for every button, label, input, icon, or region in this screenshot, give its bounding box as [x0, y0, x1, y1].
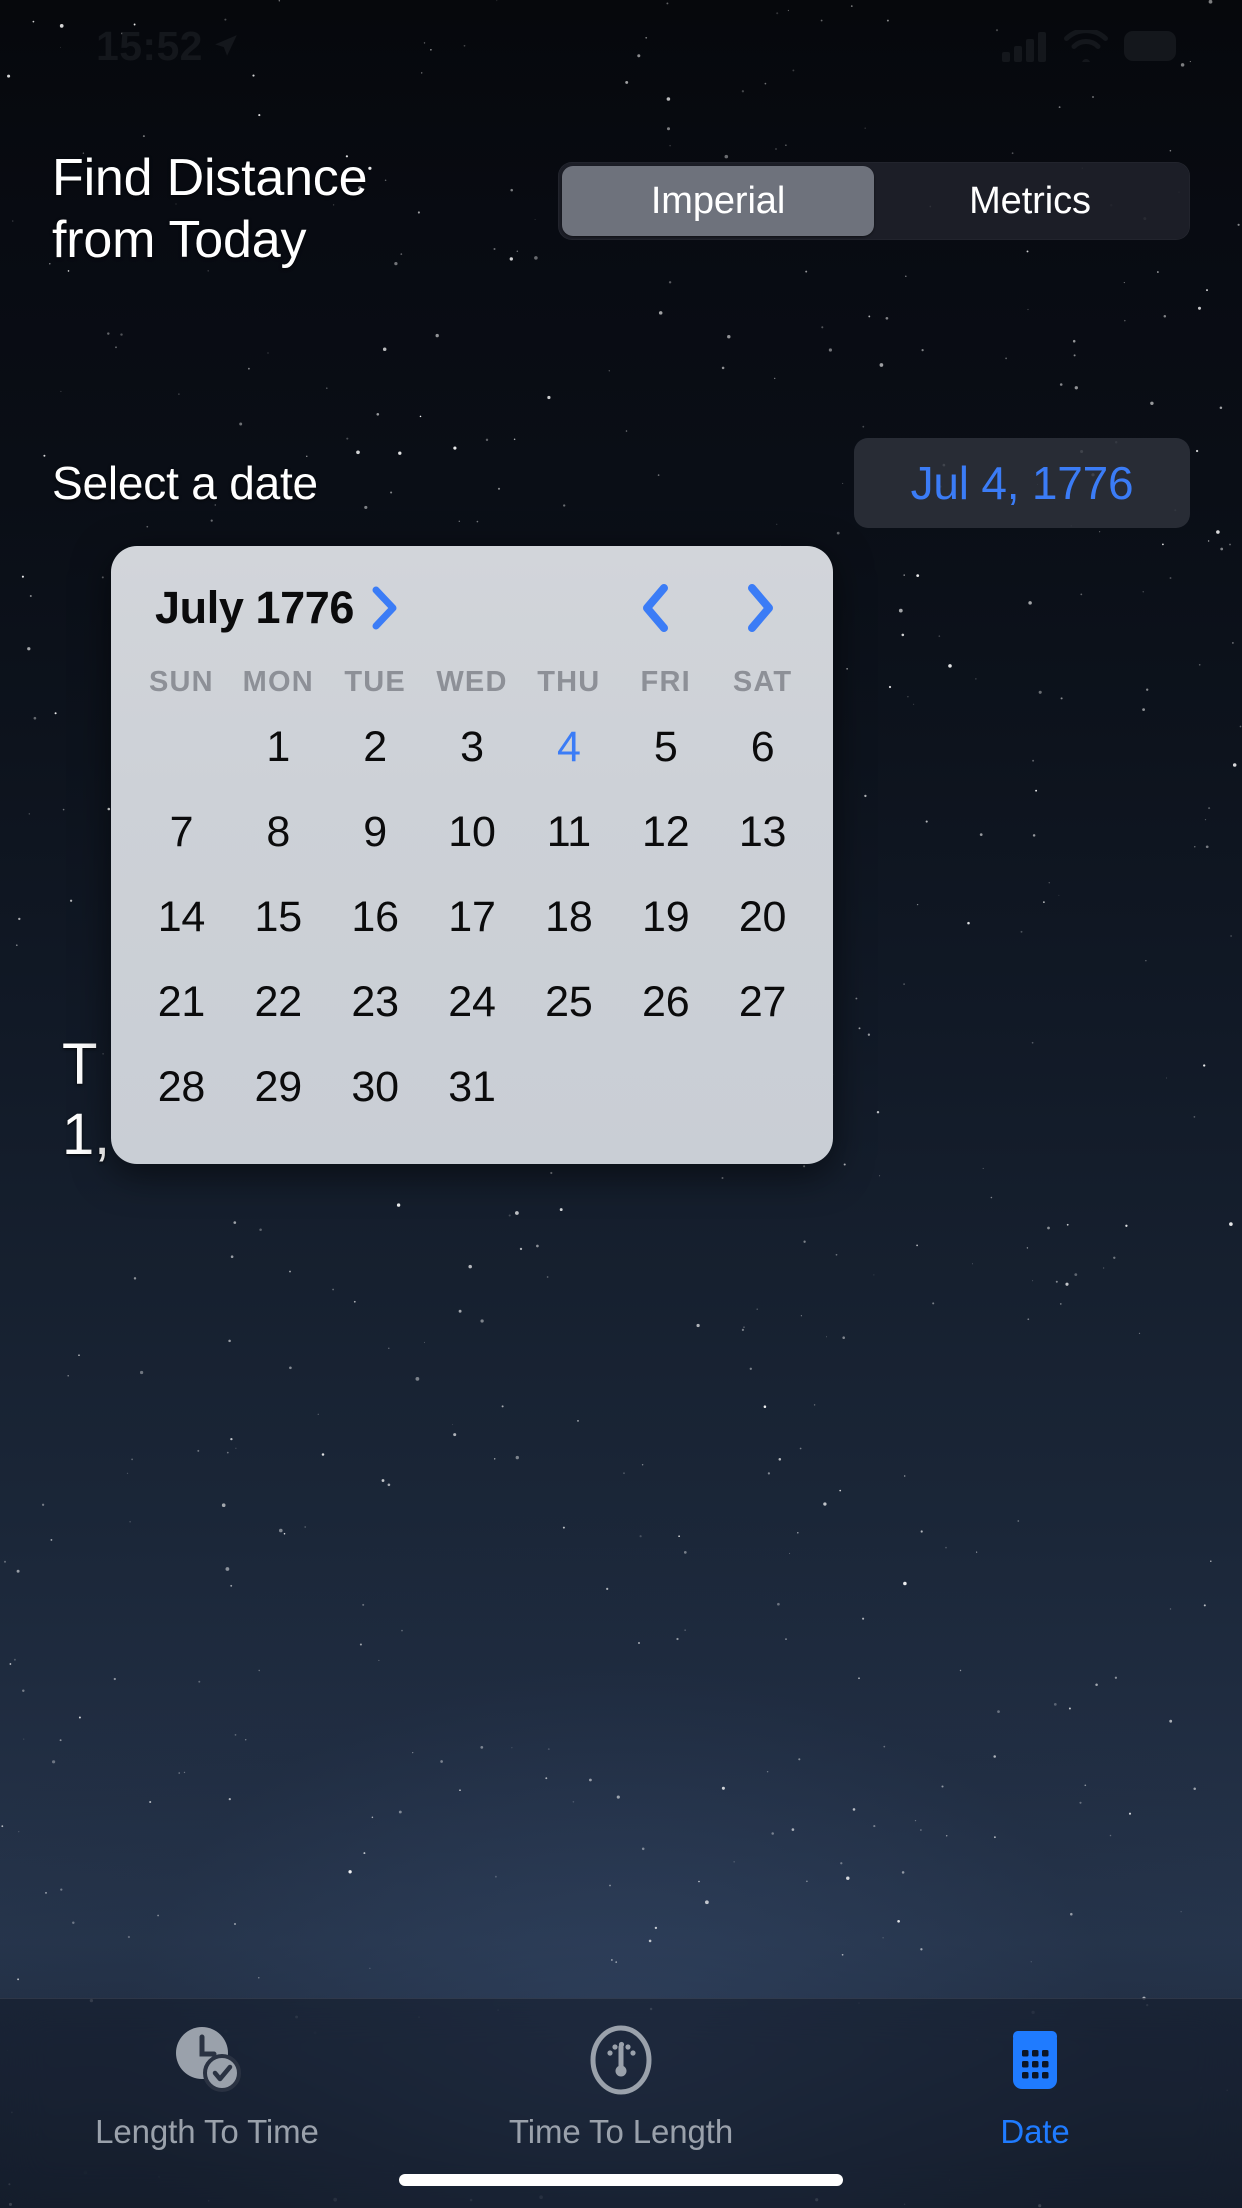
calendar-day[interactable]: 27: [714, 960, 811, 1045]
calendar-card: July 1776 SUN MON TUE WED THU FRI SAT 12345678…: [111, 546, 833, 1164]
status-bar-clock: 15:52: [96, 22, 203, 69]
wifi-icon: [1064, 30, 1108, 62]
cellular-signal-icon: [1002, 32, 1046, 62]
page-header: Find Distance from Today Imperial Metric…: [0, 148, 1242, 272]
tab-label: Length To Time: [95, 2113, 319, 2150]
calendar-day[interactable]: 13: [714, 790, 811, 875]
calendar-header: July 1776: [133, 572, 811, 640]
calendar-day[interactable]: 9: [327, 790, 424, 875]
calendar-day[interactable]: 1: [230, 705, 327, 790]
select-date-row: Select a date Jul 4, 1776: [0, 438, 1242, 528]
calendar-day[interactable]: 11: [520, 790, 617, 875]
calendar-day[interactable]: 21: [133, 960, 230, 1045]
calendar-day[interactable]: 18: [520, 875, 617, 960]
calendar-day[interactable]: 15: [230, 875, 327, 960]
calendar-day[interactable]: 16: [327, 875, 424, 960]
battery-icon: [1124, 31, 1176, 61]
calendar-day[interactable]: 3: [424, 705, 521, 790]
app-root: 15:52 Find Distance from Today Imperial …: [0, 0, 1242, 2208]
tab-label: Time To Length: [508, 2113, 734, 2150]
calendar-day[interactable]: 23: [327, 960, 424, 1045]
calendar-weekday: SAT: [732, 666, 793, 698]
calendar-nav-buttons: [641, 584, 789, 632]
calendar-day-selected[interactable]: 4: [520, 705, 617, 790]
calendar-day[interactable]: 5: [617, 705, 714, 790]
calendar-weekday-header: SUN MON TUE WED THU FRI SAT: [133, 666, 811, 699]
calendar-day[interactable]: 25: [520, 960, 617, 1045]
chevron-right-icon[interactable]: [745, 584, 775, 632]
calendar-day[interactable]: 2: [327, 705, 424, 790]
calendar-weekday: SUN: [149, 666, 214, 698]
calendar-day[interactable]: 20: [714, 875, 811, 960]
calendar-icon: [998, 2021, 1072, 2099]
location-arrow-icon: [215, 35, 237, 56]
tab-time-to-length[interactable]: Time To Length: [414, 2021, 828, 2151]
calendar-day[interactable]: 19: [617, 875, 714, 960]
calendar-day[interactable]: 10: [424, 790, 521, 875]
chevron-right-icon[interactable]: [372, 586, 398, 630]
calendar-popup[interactable]: July 1776 SUN MON TUE WED THU FRI SAT 12345678…: [111, 546, 833, 1164]
calendar-weekday: THU: [537, 666, 601, 698]
select-date-label: Select a date: [52, 457, 318, 509]
home-indicator: [399, 2174, 843, 2186]
calendar-day[interactable]: 31: [424, 1045, 521, 1130]
date-picker-button[interactable]: Jul 4, 1776: [854, 438, 1190, 528]
clock-check-icon: [170, 2021, 244, 2099]
gauge-icon: [584, 2021, 658, 2099]
calendar-day[interactable]: 22: [230, 960, 327, 1045]
calendar-weekday: MON: [242, 666, 314, 698]
calendar-day[interactable]: 29: [230, 1045, 327, 1130]
calendar-day[interactable]: 30: [327, 1045, 424, 1130]
calendar-weekday: TUE: [344, 666, 406, 698]
status-bar-left: 15:52: [96, 22, 239, 69]
calendar-weekday: FRI: [640, 666, 691, 698]
calendar-weekday: WED: [436, 666, 508, 698]
chevron-left-icon[interactable]: [641, 584, 671, 632]
calendar-day-blank: [133, 705, 230, 790]
tab-length-to-time[interactable]: Length To Time: [0, 2021, 414, 2151]
calendar-day[interactable]: 24: [424, 960, 521, 1045]
calendar-day[interactable]: 7: [133, 790, 230, 875]
status-bar-right: [1002, 30, 1180, 62]
page-title: Find Distance from Today: [52, 149, 368, 269]
calendar-day-grid[interactable]: 1 2 3 4 5 6 7 8 9 10 11 12 13 14 15 16 17 18 19 20 21 22 23 24 2…: [133, 705, 811, 1130]
calendar-day[interactable]: 26: [617, 960, 714, 1045]
calendar-day[interactable]: 8: [230, 790, 327, 875]
calendar-day[interactable]: 6: [714, 705, 811, 790]
segment-imperial[interactable]: Imperial: [562, 166, 874, 236]
segment-metrics[interactable]: Metrics: [874, 166, 1186, 236]
tab-date[interactable]: Date: [828, 2021, 1242, 2151]
unit-system-segmented-control[interactable]: Imperial Metrics: [558, 162, 1190, 240]
calendar-month-button[interactable]: July 1776: [155, 582, 398, 634]
tab-label: Date: [1000, 2113, 1070, 2150]
calendar-day[interactable]: 28: [133, 1045, 230, 1130]
calendar-day[interactable]: 17: [424, 875, 521, 960]
calendar-month-label: July 1776: [155, 582, 355, 633]
calendar-day[interactable]: 12: [617, 790, 714, 875]
status-bar: 15:52: [0, 0, 1242, 92]
calendar-day[interactable]: 14: [133, 875, 230, 960]
